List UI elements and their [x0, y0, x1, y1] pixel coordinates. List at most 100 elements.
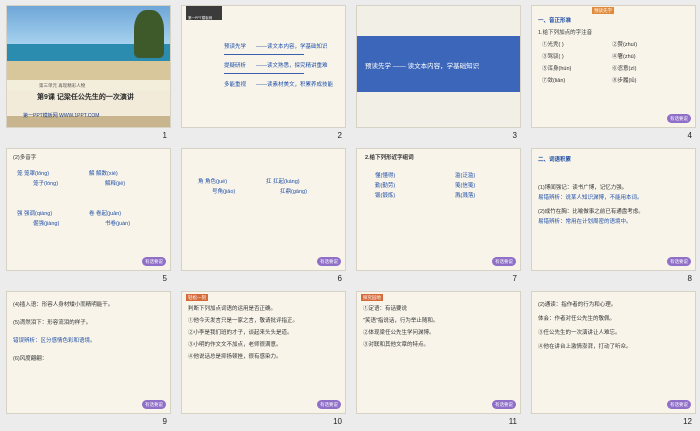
comment-badge[interactable]: 有话要说: [142, 400, 166, 409]
item: ②赘(zhuì): [612, 42, 638, 48]
unit-label: 第三单元 再现精彩人物: [39, 83, 86, 88]
item: ③任公先生的一次演讲让人难忘。: [538, 330, 621, 336]
slide-10-canvas: 轻松一刻 判断下列加点词语的运用是否正确。 ①他今天发言只是一家之言，敬请批评指…: [181, 291, 346, 414]
item: 懂(懂得): [375, 173, 396, 179]
palm-tree: [134, 10, 164, 58]
slide-number: 12: [683, 417, 692, 426]
slide-number: 9: [162, 417, 167, 426]
slide-9-canvas: (4)插入语：形容人身材矮小而精明能干。 (5)潸然泪下：形容流泪的样子。 错误…: [6, 291, 171, 414]
comment-badge[interactable]: 有话要说: [492, 400, 516, 409]
menu-line-1b: ——读文本内容，学基础知识: [256, 44, 328, 50]
slide-1-title: 第9课 记梁任公先生的一次演讲: [37, 94, 134, 101]
comment-badge[interactable]: 有话要说: [667, 400, 691, 409]
slide-number: 11: [508, 417, 517, 426]
item: ③对联和其他文章的特点。: [363, 342, 430, 348]
slide-thumb-10[interactable]: 轻松一刻 判断下列加点词语的运用是否正确。 ①他今天发言只是一家之言，敬请批评指…: [177, 288, 348, 428]
slide-thumb-7[interactable]: 2.给下列形近字组词 懂(懂得) 勤(勤劳) 锻(锻炼) 滥(泛滥) 笺(信笺)…: [352, 145, 523, 285]
item: ①光秃( ): [542, 42, 564, 48]
comment-badge[interactable]: 有话要说: [667, 114, 691, 123]
divider: [224, 73, 304, 74]
item: ⑤浑身(hún): [542, 66, 572, 72]
menu-line-1a: 预读先学: [224, 44, 247, 50]
item: ④他在讲台上激情澎湃，打动了听众。: [538, 344, 632, 350]
item: ②体现梁任公先生学问渊博。: [363, 330, 435, 336]
item: ④箸(zhù): [612, 54, 636, 60]
item: 滥(泛滥): [455, 173, 476, 179]
item: ①定语：有话要说: [363, 306, 408, 312]
group-item: 解释(jiě): [105, 181, 126, 187]
slide-11-canvas: 探究园地 ①定语：有话要说 "笑语"指说话，行为举止随和。 ②体现梁任公先生学问…: [356, 291, 521, 414]
slide-8-canvas: 二、词语积累 (1)博闻强记：读书广博，记忆力强。 易错辨析：说某人知识渊博，不…: [531, 148, 696, 271]
item: (1)博闻强记：读书广博，记忆力强。: [538, 185, 628, 191]
slide-number: 3: [512, 131, 517, 140]
item: 错误辨析：区分感情色彩和语境。: [13, 338, 96, 344]
item: (4)插入语：形容人身材矮小而精明能干。: [13, 302, 114, 308]
group-item: 号角(jiǎo): [212, 189, 236, 195]
slide-number: 4: [687, 131, 692, 140]
item: 溅(溅落): [455, 193, 476, 199]
group-item: 扛 扛起(káng): [266, 179, 300, 185]
group-item: 书卷(juàn): [105, 221, 131, 227]
group-item: 卷 卷起(juǎn): [89, 211, 122, 217]
item: 体会：作者对任公先生的敬佩。: [538, 316, 616, 322]
item: 锻(锻炼): [375, 193, 396, 199]
item: (6)风度翩翩：: [13, 356, 48, 362]
item: (5)潸然泪下：形容流泪的样子。: [13, 320, 92, 326]
group-item: 扛鼎(gāng): [280, 189, 307, 195]
item: ⑧步履(lǚ): [612, 78, 637, 84]
group-item: 强 强调(qiáng): [17, 211, 53, 217]
comment-badge[interactable]: 有话要说: [142, 257, 166, 266]
slide-thumb-9[interactable]: (4)插入语：形容人身材矮小而精明能干。 (5)潸然泪下：形容流泪的样子。 错误…: [2, 288, 173, 428]
divider: [224, 54, 304, 55]
slide-number: 1: [162, 131, 167, 140]
section-tag: 探究园地: [361, 294, 383, 301]
section-tag: 预读先学: [592, 7, 614, 14]
banner-text: 第一PPT模板网: [188, 16, 213, 20]
slide-7-canvas: 2.给下列形近字组词 懂(懂得) 勤(勤劳) 锻(锻炼) 滥(泛滥) 笺(信笺)…: [356, 148, 521, 271]
group-item: 倔强(jiàng): [33, 221, 60, 227]
heading-2: 1.给下列加点的字注音: [538, 30, 593, 36]
item: ③驾驭( ): [542, 54, 564, 60]
slide-thumb-1[interactable]: 第三单元 再现精彩人物 第9课 记梁任公先生的一次演讲 第一PPT模板网 WWW…: [2, 2, 173, 142]
slide-sorter: 第三单元 再现精彩人物 第9课 记梁任公先生的一次演讲 第一PPT模板网 WWW…: [2, 2, 698, 429]
menu-line-2b: ——读文熟悉，探究精讲重难: [256, 63, 328, 69]
item: ①他今天发言只是一家之言，敬请批评指正。: [188, 318, 299, 324]
item: 易错辨析：说某人知识渊博，不能用本词。: [538, 195, 643, 201]
item: (2)成竹在胸：比喻做事之前已有通盘考虑。: [538, 209, 644, 215]
group-item: 笼子(lóng): [33, 181, 59, 187]
comment-badge[interactable]: 有话要说: [317, 257, 341, 266]
slide-number: 6: [337, 274, 342, 283]
slide-number: 2: [337, 131, 342, 140]
slide-12-canvas: (2)通读：指作者的行为和心理。 体会：作者对任公先生的敬佩。 ③任公先生的一次…: [531, 291, 696, 414]
slide-4-canvas: 预读先学 一、音正形准 1.给下列加点的字注音 ①光秃( ) ②赘(zhuì) …: [531, 5, 696, 128]
menu-line-3b: ——读素材美文，积累养成技能: [256, 82, 334, 88]
menu-line-2a: 提疑研析: [224, 63, 247, 69]
item: ③小明的作文文不加点，老师很满意。: [188, 342, 282, 348]
heading: (2)多音字: [13, 155, 37, 161]
slide-thumb-11[interactable]: 探究园地 ①定语：有话要说 "笑语"指说话，行为举止随和。 ②体现梁任公先生学问…: [352, 288, 523, 428]
slide-2-canvas: 第一PPT模板网 预读先学 ——读文本内容，学基础知识 提疑研析 ——读文熟悉，…: [181, 5, 346, 128]
slide-thumb-6[interactable]: 角 角色(jué) 号角(jiǎo) 扛 扛起(káng) 扛鼎(gāng) 有…: [177, 145, 348, 285]
comment-badge[interactable]: 有话要说: [492, 257, 516, 266]
slide-thumb-5[interactable]: (2)多音字 笼 笼罩(lǒng) 笼子(lóng) 解 解数(xiè) 解释(…: [2, 145, 173, 285]
heading-1: 一、音正形准: [538, 18, 572, 24]
slide-thumb-12[interactable]: (2)通读：指作者的行为和心理。 体会：作者对任公先生的敬佩。 ③任公先生的一次…: [527, 288, 698, 428]
heading-1: 二、词语积累: [538, 157, 572, 163]
group-item: 解 解数(xiè): [89, 171, 118, 177]
group-item: 角 角色(jué): [198, 179, 228, 185]
comment-badge[interactable]: 有话要说: [317, 400, 341, 409]
slide-thumb-8[interactable]: 二、词语积累 (1)博闻强记：读书广博，记忆力强。 易错辨析：说某人知识渊博，不…: [527, 145, 698, 285]
slide-5-canvas: (2)多音字 笼 笼罩(lǒng) 笼子(lóng) 解 解数(xiè) 解释(…: [6, 148, 171, 271]
slide-number: 8: [687, 274, 692, 283]
slide-number: 7: [512, 274, 517, 283]
slide-number: 5: [162, 274, 167, 283]
heading: 2.给下列形近字组词: [365, 155, 414, 161]
slide-thumb-3[interactable]: 预读先学 —— 读文本内容，学基础知识 3: [352, 2, 523, 142]
slide-thumb-2[interactable]: 第一PPT模板网 预读先学 ——读文本内容，学基础知识 提疑研析 ——读文熟悉，…: [177, 2, 348, 142]
item: ⑥恣意(zì): [612, 66, 637, 72]
item: (2)通读：指作者的行为和心理。: [538, 302, 617, 308]
comment-badge[interactable]: 有话要说: [667, 257, 691, 266]
item: ⑦敛(liǎn): [542, 78, 566, 84]
section-tag: 轻松一刻: [186, 294, 208, 301]
slide-thumb-4[interactable]: 预读先学 一、音正形准 1.给下列加点的字注音 ①光秃( ) ②赘(zhuì) …: [527, 2, 698, 142]
